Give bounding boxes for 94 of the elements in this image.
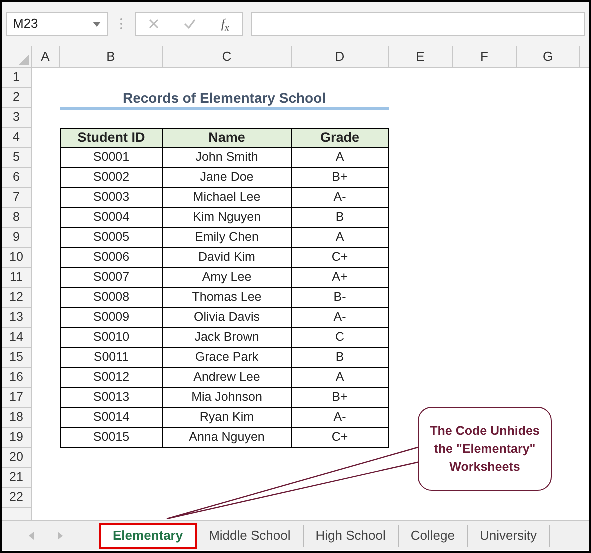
table-cell: David Kim (163, 248, 292, 268)
callout-text: The Code Unhides the "Elementary" Worksheets (429, 423, 541, 476)
table-cell: S0004 (60, 208, 163, 228)
sheet-tab[interactable]: University (468, 524, 550, 546)
table-cell: S0015 (60, 428, 163, 448)
table-cell: A+ (292, 268, 389, 288)
table-cell: A- (292, 308, 389, 328)
table-cell: A (292, 368, 389, 388)
row-header[interactable]: 21 (2, 468, 32, 488)
row-header[interactable]: 6 (2, 168, 32, 188)
table-cell: Mia Johnson (163, 388, 292, 408)
table-cell: C+ (292, 248, 389, 268)
table-cell: A (292, 228, 389, 248)
table-cell: B- (292, 288, 389, 308)
sheet-tab[interactable]: Middle School (197, 524, 304, 546)
drag-handle-icon (120, 18, 123, 30)
table-cell: Ryan Kim (163, 408, 292, 428)
row-header[interactable]: 14 (2, 328, 32, 348)
table-cell: S0007 (60, 268, 163, 288)
table-cell: S0009 (60, 308, 163, 328)
insert-function-button[interactable]: f$_{x}$ (221, 14, 230, 34)
column-header[interactable]: E (389, 46, 453, 67)
dropdown-caret-icon (93, 22, 101, 26)
table-cell: S0011 (60, 348, 163, 368)
table-cell: Andrew Lee (163, 368, 292, 388)
row-header[interactable]: 19 (2, 428, 32, 448)
table-cell: S0001 (60, 148, 163, 168)
table-cell: B (292, 208, 389, 228)
row-header[interactable]: 2 (2, 88, 32, 108)
column-header[interactable]: A (32, 46, 60, 67)
table-cell: S0003 (60, 188, 163, 208)
column-header[interactable]: D (292, 46, 389, 67)
table-cell: A (292, 148, 389, 168)
name-box[interactable]: M23 (6, 12, 108, 36)
scroll-right-icon[interactable] (58, 532, 63, 540)
column-header[interactable]: G (517, 46, 580, 67)
table-cell: A- (292, 408, 389, 428)
table-cell: S0010 (60, 328, 163, 348)
table-cell: S0014 (60, 408, 163, 428)
row-header[interactable]: 9 (2, 228, 32, 248)
table-cell: S0012 (60, 368, 163, 388)
table-cell: B (292, 348, 389, 368)
row-header[interactable]: 18 (2, 408, 32, 428)
table-cell: Anna Nguyen (163, 428, 292, 448)
table-cell: S0013 (60, 388, 163, 408)
table-cell: Michael Lee (163, 188, 292, 208)
row-header[interactable]: 10 (2, 248, 32, 268)
table-cell: Amy Lee (163, 268, 292, 288)
table-cell: B+ (292, 388, 389, 408)
table-cell: Emily Chen (163, 228, 292, 248)
row-header[interactable]: 13 (2, 308, 32, 328)
table-cell: Grace Park (163, 348, 292, 368)
table-cell: S0002 (60, 168, 163, 188)
table-cell: Thomas Lee (163, 288, 292, 308)
table-cell: C+ (292, 428, 389, 448)
row-header[interactable]: 22 (2, 488, 32, 508)
cancel-icon[interactable] (148, 19, 159, 29)
column-header[interactable]: C (163, 46, 292, 67)
row-header[interactable]: 20 (2, 448, 32, 468)
sheet-tab[interactable]: Elementary (99, 522, 198, 548)
check-icon[interactable] (184, 19, 196, 29)
table-cell: B+ (292, 168, 389, 188)
row-header[interactable]: 16 (2, 368, 32, 388)
sheet-tab[interactable]: College (398, 524, 468, 546)
row-header[interactable]: 12 (2, 288, 32, 308)
select-all-icon[interactable] (19, 55, 29, 65)
row-header[interactable]: 8 (2, 208, 32, 228)
sheet-tab[interactable]: High School (304, 524, 399, 546)
table-cell: Kim Nguyen (163, 208, 292, 228)
row-header[interactable]: 17 (2, 388, 32, 408)
row-header[interactable]: 4 (2, 128, 32, 148)
column-heading: Grade (292, 128, 389, 148)
row-header[interactable]: 5 (2, 148, 32, 168)
row-header[interactable]: 3 (2, 108, 32, 128)
scroll-left-icon[interactable] (29, 532, 34, 540)
sheet-title: Records of Elementary School (122, 88, 326, 108)
column-header[interactable]: B (60, 46, 163, 67)
row-header[interactable]: 1 (2, 68, 32, 88)
table-cell: S0008 (60, 288, 163, 308)
table-cell: John Smith (163, 148, 292, 168)
row-header[interactable]: 7 (2, 188, 32, 208)
column-header[interactable]: F (453, 46, 517, 67)
table-cell: Jane Doe (163, 168, 292, 188)
row-header[interactable]: 15 (2, 348, 32, 368)
row-header[interactable]: 11 (2, 268, 32, 288)
column-heading: Name (163, 128, 292, 148)
table-cell: S0006 (60, 248, 163, 268)
table-cell: S0005 (60, 228, 163, 248)
table-cell: Jack Brown (163, 328, 292, 348)
table-cell: C (292, 328, 389, 348)
table-cell: A- (292, 188, 389, 208)
table-cell: Olivia Davis (163, 308, 292, 328)
column-heading: Student ID (60, 128, 163, 148)
formula-input[interactable] (251, 12, 585, 36)
